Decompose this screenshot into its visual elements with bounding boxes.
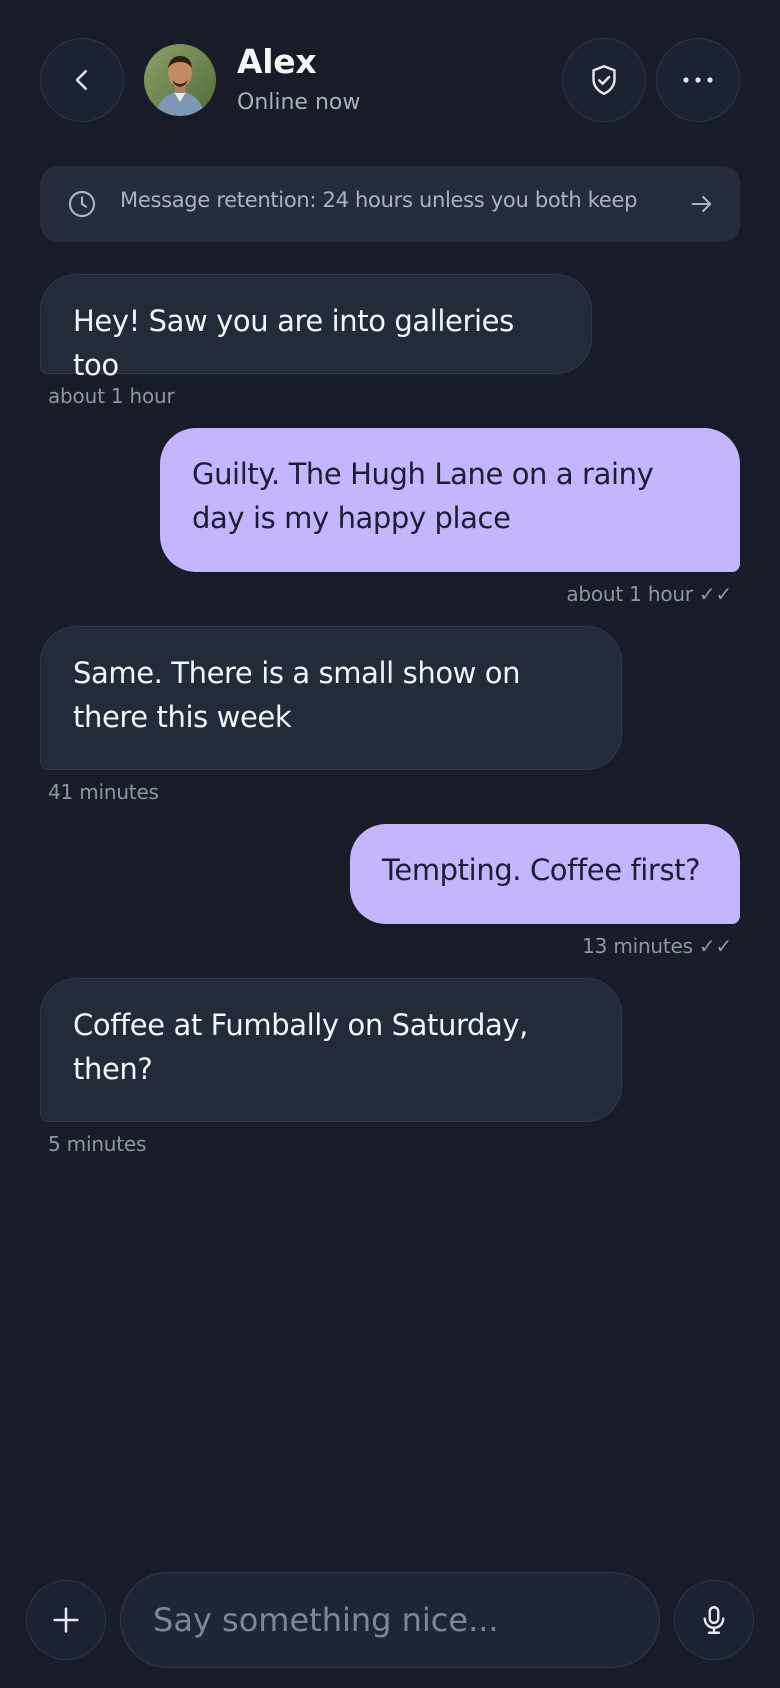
arrow-right-icon: [691, 195, 712, 213]
message-text: Hey! Saw you are into galleries too: [73, 304, 514, 382]
retention-banner[interactable]: Message retention: 24 hours unless you b…: [40, 166, 740, 242]
chevron-left-icon: [75, 70, 87, 90]
chat-screen: Alex Online now Message retention: 24 ho…: [0, 0, 780, 1688]
more-options-button[interactable]: [656, 38, 740, 122]
message-bubble-outgoing[interactable]: Guilty. The Hugh Lane on a rainy day is …: [160, 428, 740, 572]
add-attachment-button[interactable]: [26, 1580, 106, 1660]
message-text: Same. There is a small show on there thi…: [73, 656, 521, 734]
message-text: Tempting. Coffee first?: [382, 853, 701, 887]
message-timestamp: about 1 hour: [48, 384, 175, 408]
message-time: 13 minutes ✓✓: [582, 934, 732, 958]
plus-icon: [53, 1607, 79, 1633]
more-horizontal-icon: [683, 77, 713, 83]
read-receipt-icon: ✓✓: [698, 582, 732, 606]
message-time: 41 minutes: [48, 780, 159, 804]
message-timestamp: about 1 hour: [566, 582, 693, 606]
back-button[interactable]: [40, 38, 124, 122]
message-time: about 1 hour ✓✓: [566, 582, 732, 606]
clock-icon: [68, 190, 96, 218]
message-bubble-incoming[interactable]: Coffee at Fumbally on Saturday, then?: [40, 978, 622, 1122]
message-bubble-incoming[interactable]: Same. There is a small show on there thi…: [40, 626, 622, 770]
message-text: Coffee at Fumbally on Saturday, then?: [73, 1008, 528, 1086]
message-input[interactable]: [120, 1572, 660, 1668]
message-time: 5 minutes: [48, 1132, 146, 1156]
message-time: about 1 hour: [48, 384, 175, 408]
chat-header: Alex Online now: [40, 38, 740, 122]
message-bubble-incoming[interactable]: Hey! Saw you are into galleries too: [40, 274, 592, 382]
microphone-icon: [703, 1606, 725, 1634]
message-timestamp: 13 minutes: [582, 934, 693, 958]
message-timestamp: 5 minutes: [48, 1132, 147, 1156]
contact-name: Alex: [237, 42, 317, 81]
message-timestamp: 41 minutes: [48, 780, 159, 804]
safety-button[interactable]: [562, 38, 646, 122]
retention-text: Message retention: 24 hours unless you b…: [120, 188, 638, 212]
message-text: Guilty. The Hugh Lane on a rainy day is …: [192, 457, 654, 535]
shield-check-icon: [592, 65, 616, 95]
avatar[interactable]: [144, 44, 216, 116]
message-bubble-outgoing[interactable]: Tempting. Coffee first?: [350, 824, 740, 924]
voice-message-button[interactable]: [674, 1580, 754, 1660]
contact-status: Online now: [237, 90, 361, 115]
read-receipt-icon: ✓✓: [698, 934, 732, 958]
